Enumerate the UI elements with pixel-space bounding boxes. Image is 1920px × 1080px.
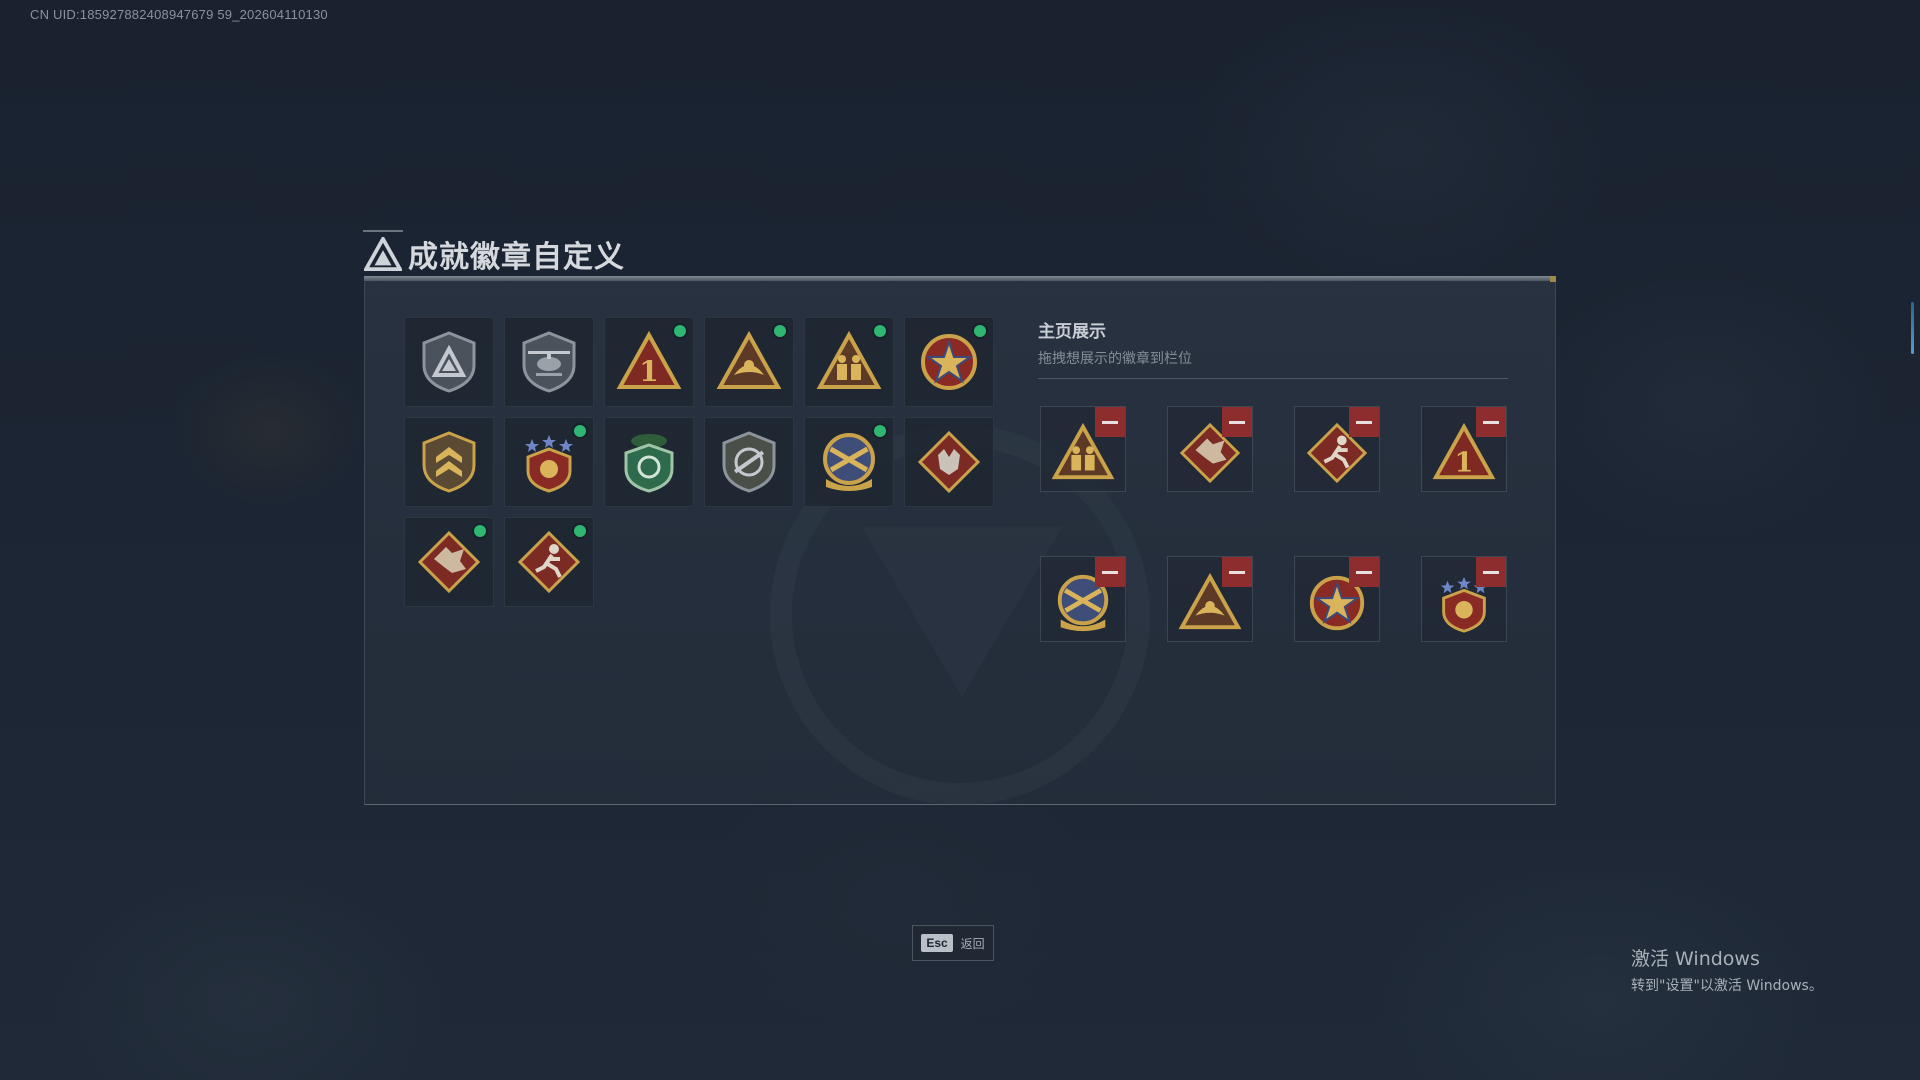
new-badge-dot: [974, 325, 986, 337]
red-dragon-diamond-badge-icon: [417, 530, 481, 594]
badge-slot[interactable]: 1: [604, 317, 694, 407]
badge-slot[interactable]: [804, 417, 894, 507]
showcase-divider: [1038, 378, 1508, 379]
minus-icon: [1229, 420, 1245, 424]
grey-rifle-shield-badge-icon: [722, 431, 776, 493]
red-star-round-badge-icon: [921, 334, 977, 390]
red-crest-starred-badge-icon: [525, 435, 573, 493]
new-badge-dot: [474, 525, 486, 537]
minus-icon: [1483, 570, 1499, 574]
new-badge-dot: [574, 525, 586, 537]
back-label: 返回: [960, 936, 985, 951]
panel-top-bar: [364, 276, 1556, 282]
badge-slot[interactable]: [904, 417, 994, 507]
delta-logo-icon: [364, 237, 402, 271]
svg-text:1: 1: [1455, 447, 1474, 478]
showcase-header: 主页展示 拖拽想展示的徽章到栏位: [1038, 317, 1508, 379]
grey-helicopter-badge-icon: [522, 331, 576, 393]
remove-badge-button[interactable]: [1222, 407, 1252, 437]
showcase-slot[interactable]: [1040, 556, 1126, 642]
remove-badge-button[interactable]: [1222, 557, 1252, 587]
gold-number-one-triangle-badge-icon: 1: [616, 330, 682, 389]
badge-collection-grid: 1: [404, 317, 994, 607]
new-badge-dot: [674, 325, 686, 337]
new-badge-dot: [874, 325, 886, 337]
badge-slot[interactable]: [404, 417, 494, 507]
red-runner-diamond-badge-icon: [517, 530, 581, 594]
grey-shield-triangle-badge-icon: [422, 331, 476, 393]
minus-icon: [1356, 570, 1372, 574]
back-button[interactable]: Esc 返回: [912, 925, 994, 961]
gold-eagle-triangle-badge-icon: [716, 330, 782, 389]
badge-slot[interactable]: [504, 517, 594, 607]
showcase-slot[interactable]: [1167, 556, 1253, 642]
page-title: 成就徽章自定义: [408, 240, 625, 275]
remove-badge-button[interactable]: [1095, 407, 1125, 437]
badge-slot[interactable]: [404, 317, 494, 407]
badge-slot[interactable]: [504, 417, 594, 507]
badge-slot[interactable]: [804, 317, 894, 407]
minus-icon: [1483, 420, 1499, 424]
minus-icon: [1102, 570, 1118, 574]
remove-badge-button[interactable]: [1476, 407, 1506, 437]
gold-chevron-shield-badge-icon: [422, 431, 476, 493]
remove-badge-button[interactable]: [1349, 557, 1379, 587]
badge-slot[interactable]: [704, 417, 794, 507]
green-beret-shield-badge-icon: [624, 434, 674, 493]
minus-icon: [1229, 570, 1245, 574]
panel-title: 成就徽章自定义: [364, 232, 625, 276]
minus-icon: [1102, 420, 1118, 424]
minus-icon: [1356, 420, 1372, 424]
showcase-grid: 1: [1040, 406, 1507, 642]
new-badge-dot: [774, 325, 786, 337]
new-badge-dot: [874, 425, 886, 437]
showcase-subtitle: 拖拽想展示的徽章到栏位: [1038, 351, 1192, 367]
showcase-slot[interactable]: [1294, 406, 1380, 492]
showcase-slot[interactable]: 1: [1421, 406, 1507, 492]
gold-soldiers-triangle-badge-icon: [816, 330, 882, 389]
uid-text: CN UID:185927882408947679 59_20260411013…: [30, 7, 328, 22]
remove-badge-button[interactable]: [1349, 407, 1379, 437]
showcase-slot[interactable]: [1294, 556, 1380, 642]
watermark-line2: 转到"设置"以激活 Windows。: [1631, 978, 1823, 994]
badge-slot[interactable]: [504, 317, 594, 407]
showcase-title: 主页展示: [1038, 322, 1106, 342]
showcase-slot[interactable]: [1421, 556, 1507, 642]
scroll-indicator[interactable]: [1911, 302, 1914, 354]
badge-slot[interactable]: [904, 317, 994, 407]
showcase-slot[interactable]: [1167, 406, 1253, 492]
badge-slot[interactable]: [404, 517, 494, 607]
showcase-slot[interactable]: [1040, 406, 1126, 492]
badge-slot[interactable]: [704, 317, 794, 407]
remove-badge-button[interactable]: [1476, 557, 1506, 587]
watermark-line1: 激活 Windows: [1631, 948, 1760, 970]
red-wolf-diamond-badge-icon: [917, 430, 981, 494]
remove-badge-button[interactable]: [1095, 557, 1125, 587]
gold-crossed-guns-round-badge-icon: [823, 433, 875, 491]
badge-slot[interactable]: [604, 417, 694, 507]
new-badge-dot: [574, 425, 586, 437]
svg-text:1: 1: [639, 355, 658, 388]
esc-key-hint: Esc: [921, 934, 953, 952]
windows-activation-watermark: 激活 Windows 转到"设置"以激活 Windows。: [1631, 944, 1823, 995]
